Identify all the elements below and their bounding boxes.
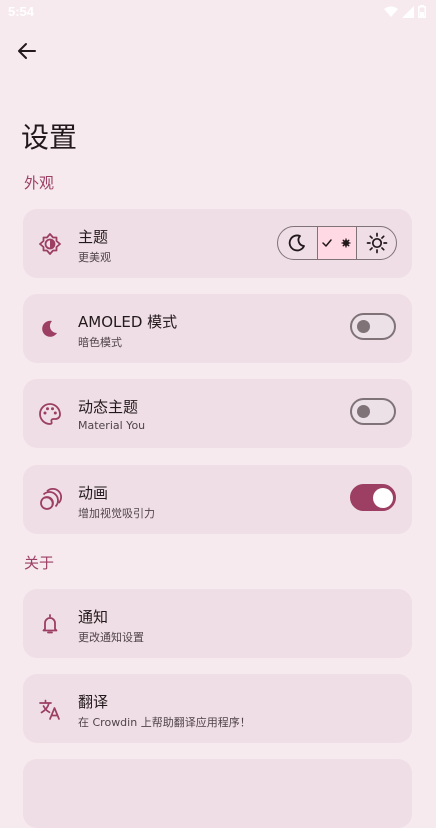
section-title-appearance: 外观 [24, 174, 55, 192]
status-time: 5:54 [8, 4, 35, 19]
arrow-back-icon [18, 43, 36, 59]
status-bar: 5:54 [0, 0, 436, 24]
setting-amoled-subtitle: 暗色模式 [78, 336, 122, 349]
bell-icon [42, 614, 58, 634]
theme-mode-selector[interactable] [277, 226, 397, 260]
setting-amoled-title: AMOLED 模式 [78, 313, 178, 331]
theme-dark-option[interactable] [278, 227, 317, 259]
setting-dynamic-title: 动态主题 [78, 398, 139, 416]
animation-icon [40, 488, 62, 510]
section-title-about: 关于 [24, 554, 55, 572]
theme-auto-option[interactable] [316, 227, 357, 259]
setting-notify-title: 通知 [78, 608, 109, 626]
dynamic-theme-toggle[interactable] [350, 398, 396, 425]
animation-toggle[interactable] [350, 484, 396, 511]
amoled-toggle[interactable] [350, 313, 396, 340]
brightness-icon [39, 233, 61, 255]
setting-notifications[interactable]: 通知 更改通知设置 [23, 589, 412, 658]
light-sun-icon [366, 232, 388, 254]
toggle-knob [357, 405, 370, 418]
setting-theme-title: 主题 [78, 228, 109, 246]
setting-theme-subtitle: 更美观 [78, 251, 111, 264]
status-icons [384, 5, 426, 18]
setting-amoled[interactable]: AMOLED 模式 暗色模式 [23, 294, 412, 363]
setting-next-partial[interactable] [23, 759, 412, 828]
setting-theme[interactable]: 主题 更美观 [23, 209, 412, 278]
setting-animation[interactable]: 动画 增加视觉吸引力 [23, 465, 412, 534]
theme-light-option[interactable] [356, 227, 396, 259]
setting-dynamic-subtitle: Material You [78, 419, 146, 432]
auto-check-icon [322, 238, 351, 248]
translate-icon [39, 699, 60, 720]
setting-animation-subtitle: 增加视觉吸引力 [78, 507, 155, 520]
palette-icon [39, 403, 61, 425]
setting-translate-title: 翻译 [78, 693, 109, 711]
back-button[interactable] [14, 38, 40, 64]
signal-icon [402, 5, 414, 18]
toggle-knob [357, 320, 370, 333]
wifi-icon [384, 6, 398, 17]
setting-notify-subtitle: 更改通知设置 [78, 631, 144, 644]
toggle-knob [373, 488, 393, 508]
battery-icon [418, 5, 426, 18]
setting-translate-subtitle: 在 Crowdin 上帮助翻译应用程序！ [78, 716, 251, 729]
moon-icon [42, 320, 57, 337]
page-title: 设置 [21, 121, 78, 154]
setting-animation-title: 动画 [78, 484, 109, 502]
dark-moon-icon [289, 234, 306, 252]
setting-translate[interactable]: 翻译 在 Crowdin 上帮助翻译应用程序！ [23, 674, 412, 743]
setting-dynamic-theme[interactable]: 动态主题 Material You [23, 379, 412, 448]
